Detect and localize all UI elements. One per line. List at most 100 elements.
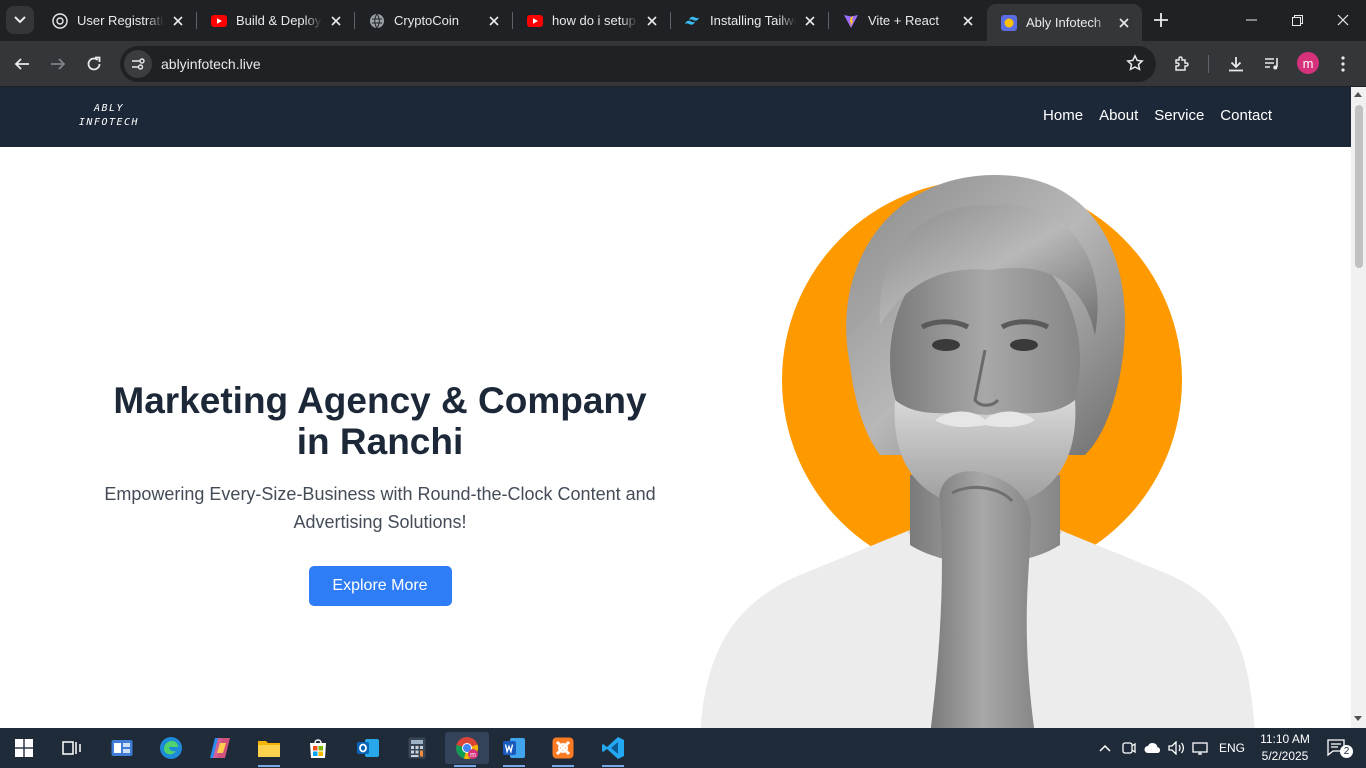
- outlook-button[interactable]: [348, 732, 388, 764]
- browser-tab-build-deploy[interactable]: Build & Deploy A: [197, 4, 354, 37]
- browser-tab-ably-infotech[interactable]: Ably Infotech: [987, 4, 1142, 41]
- chrome-button[interactable]: m: [445, 732, 489, 767]
- reload-icon: [87, 56, 101, 71]
- close-tab-icon[interactable]: [802, 13, 818, 29]
- store-button[interactable]: [298, 732, 338, 764]
- network-button[interactable]: [1189, 732, 1213, 764]
- nav-link-contact[interactable]: Contact: [1220, 107, 1272, 124]
- camera-icon: [1122, 742, 1136, 754]
- start-button[interactable]: [4, 732, 44, 764]
- puzzle-icon: [1175, 56, 1189, 71]
- close-tab-icon[interactable]: [170, 13, 186, 29]
- address-text[interactable]: ablyinfotech.live: [161, 56, 261, 72]
- explore-more-button[interactable]: Explore More: [308, 566, 452, 606]
- extensions-button[interactable]: [1166, 48, 1198, 80]
- show-hidden-icons-button[interactable]: [1094, 732, 1116, 764]
- address-bar[interactable]: ablyinfotech.live: [120, 46, 1156, 82]
- site-navbar: ABLY INFOTECH Home About Service Contact: [0, 87, 1351, 147]
- input-language-indicator[interactable]: ENG: [1219, 741, 1245, 755]
- plus-icon: [1154, 13, 1168, 27]
- page-scrollbar[interactable]: [1351, 87, 1366, 728]
- close-icon: [1337, 14, 1349, 26]
- widgets-button[interactable]: [102, 732, 142, 764]
- outlook-icon: [357, 739, 379, 757]
- speaker-icon: [1168, 741, 1184, 755]
- browser-tab-vite-react[interactable]: Vite + React: [829, 4, 986, 37]
- browser-tab-how-do-i-setup[interactable]: how do i setup F: [513, 4, 670, 37]
- network-icon: [1192, 742, 1208, 755]
- chrome-icon: m: [456, 737, 479, 760]
- clock-date: 5/2/2025: [1261, 749, 1309, 763]
- browser-tab-cryptocoin[interactable]: CryptoCoin: [355, 4, 512, 37]
- store-icon: [310, 739, 326, 758]
- youtube-icon: [527, 13, 543, 29]
- youtube-icon: [211, 13, 227, 29]
- chrome-menu-button[interactable]: [1327, 48, 1359, 80]
- copilot-button[interactable]: [200, 732, 240, 764]
- browser-tab-user-registration[interactable]: User Registration: [38, 4, 196, 37]
- scroll-down-arrow-icon[interactable]: [1354, 716, 1362, 721]
- minimize-button[interactable]: [1228, 0, 1274, 40]
- close-tab-icon[interactable]: [960, 13, 976, 29]
- taskbar-clock[interactable]: 11:10 AM 5/2/2025: [1250, 731, 1320, 765]
- edge-icon: [160, 737, 182, 759]
- profile-avatar[interactable]: m: [1297, 52, 1319, 74]
- site-logo[interactable]: ABLY INFOTECH: [72, 102, 146, 130]
- vite-icon: [843, 13, 859, 29]
- word-icon: [503, 738, 525, 758]
- notification-center-button[interactable]: 2: [1320, 732, 1354, 764]
- edge-button[interactable]: [151, 732, 191, 764]
- tailwind-icon: [685, 13, 701, 29]
- globe-icon: [369, 13, 385, 29]
- tab-search-button[interactable]: [6, 6, 34, 34]
- restore-button[interactable]: [1274, 0, 1320, 40]
- tab-title: Installing Tailwin: [710, 13, 796, 28]
- onedrive-button[interactable]: [1141, 732, 1165, 764]
- clock-time: 11:10 AM: [1260, 732, 1310, 746]
- new-tab-button[interactable]: [1149, 8, 1173, 32]
- volume-button[interactable]: [1165, 732, 1187, 764]
- downloads-button[interactable]: [1220, 48, 1252, 80]
- close-tab-icon[interactable]: [644, 13, 660, 29]
- forward-button[interactable]: [42, 48, 74, 80]
- xampp-icon: [552, 737, 574, 759]
- file-explorer-button[interactable]: [249, 732, 289, 767]
- copilot-icon: [210, 738, 230, 758]
- reload-button[interactable]: [78, 48, 110, 80]
- tab-title: how do i setup F: [552, 13, 638, 28]
- scroll-up-arrow-icon[interactable]: [1354, 92, 1362, 97]
- meet-now-button[interactable]: [1118, 732, 1140, 764]
- tab-title: Ably Infotech: [1026, 15, 1102, 30]
- cloud-icon: [1144, 743, 1161, 753]
- chevron-down-icon: [14, 16, 26, 24]
- nav-link-about[interactable]: About: [1099, 107, 1138, 124]
- tab-title: User Registration: [77, 13, 164, 28]
- browser-toolbar: ablyinfotech.live: [0, 41, 1366, 87]
- back-button[interactable]: [6, 48, 38, 80]
- xampp-button[interactable]: [543, 732, 583, 767]
- browser-tab-installing-tailwind[interactable]: Installing Tailwin: [671, 4, 828, 37]
- close-window-button[interactable]: [1320, 0, 1366, 40]
- windows-taskbar: m ENG 11:10 AM 5/2/2025 2: [0, 728, 1366, 768]
- vscode-button[interactable]: [593, 732, 633, 767]
- calculator-button[interactable]: [397, 732, 437, 764]
- close-tab-icon[interactable]: [328, 13, 344, 29]
- close-tab-icon[interactable]: [1116, 15, 1132, 31]
- scrollbar-thumb[interactable]: [1355, 105, 1363, 268]
- more-vert-icon: [1341, 56, 1345, 72]
- browser-tab-strip: User Registration Build & Deploy A Crypt…: [0, 0, 1366, 41]
- hero-section: Marketing Agency & Company in Ranchi Emp…: [100, 380, 660, 606]
- site-info-icon[interactable]: [124, 50, 152, 78]
- media-controls-button[interactable]: [1256, 48, 1288, 80]
- restore-icon: [1291, 14, 1303, 26]
- word-button[interactable]: [494, 732, 534, 767]
- arrow-right-icon: [51, 58, 66, 70]
- tab-title: Vite + React: [868, 13, 939, 28]
- nav-link-home[interactable]: Home: [1043, 107, 1083, 124]
- bookmark-star-icon[interactable]: [1126, 54, 1144, 77]
- hero-subtitle: Empowering Every-Size-Business with Roun…: [104, 484, 656, 532]
- close-tab-icon[interactable]: [486, 13, 502, 29]
- nav-link-service[interactable]: Service: [1154, 107, 1204, 124]
- task-view-button[interactable]: [52, 732, 92, 764]
- widgets-icon: [111, 740, 133, 756]
